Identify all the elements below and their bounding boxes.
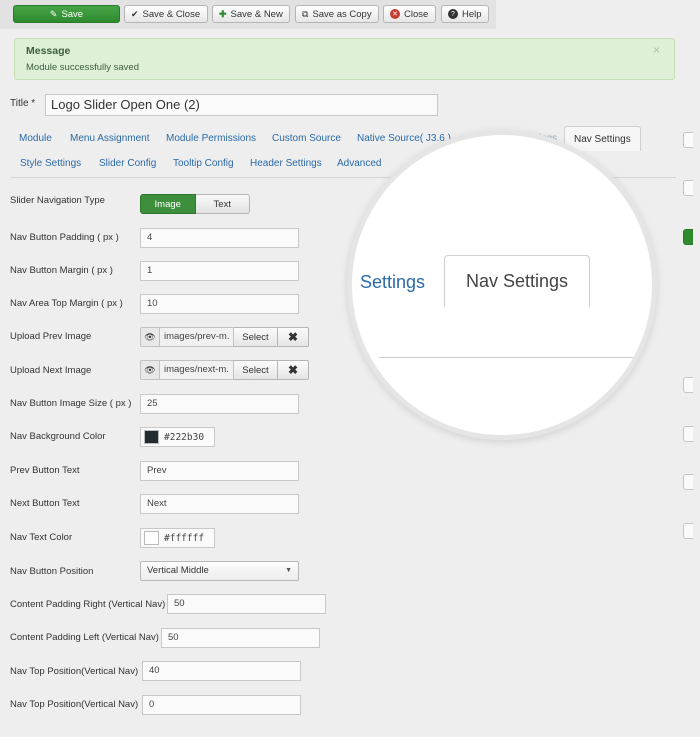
save-close-label: Save & Close: [142, 8, 201, 20]
pad-right-label: Content Padding Right (Vertical Nav): [10, 599, 166, 610]
save-new-button[interactable]: ✚ Save & New: [212, 5, 290, 23]
btn-padding-label: Nav Button Padding ( px ): [10, 232, 119, 243]
upload-next-path[interactable]: images/next-m.: [160, 360, 234, 380]
check-icon: ✔: [131, 8, 139, 19]
right-edge-button[interactable]: [683, 474, 693, 490]
top-pos-1-input[interactable]: 40: [142, 661, 301, 681]
magnified-divider: [379, 357, 639, 358]
plus-icon: ✚: [219, 8, 227, 19]
next-text-input[interactable]: Next: [140, 494, 299, 514]
clear-icon[interactable]: ✖: [278, 327, 309, 347]
clear-icon[interactable]: ✖: [278, 360, 309, 380]
tab-header-settings[interactable]: Header Settings: [250, 158, 322, 169]
pad-right-input[interactable]: 50: [167, 594, 326, 614]
btn-padding-input[interactable]: 4: [140, 228, 299, 248]
btn-position-value: Vertical Middle: [147, 565, 209, 576]
title-input[interactable]: Logo Slider Open One (2): [45, 94, 438, 116]
save-copy-button[interactable]: ⧉ Save as Copy: [295, 5, 379, 23]
btn-position-label: Nav Button Position: [10, 566, 94, 577]
area-top-margin-input[interactable]: 10: [140, 294, 299, 314]
btn-margin-label: Nav Button Margin ( px ): [10, 265, 113, 276]
right-edge-button[interactable]: [683, 180, 693, 196]
prev-text-label: Prev Button Text: [10, 465, 80, 476]
nav-type-label: Slider Navigation Type: [10, 195, 105, 206]
prev-text-input[interactable]: Prev: [140, 461, 299, 481]
tab-advanced[interactable]: Advanced: [337, 158, 381, 169]
pad-left-label: Content Padding Left (Vertical Nav): [10, 632, 159, 643]
tab-module[interactable]: Module: [19, 133, 52, 144]
magnifier-overlay: Settings Nav Settings: [347, 130, 657, 440]
close-icon[interactable]: ×: [653, 43, 660, 57]
upload-prev-label: Upload Prev Image: [10, 331, 92, 342]
nav-type-image-option[interactable]: Image: [140, 194, 196, 214]
tab-custom-source[interactable]: Custom Source: [272, 133, 341, 144]
btn-position-select[interactable]: Vertical Middle ▼: [140, 561, 299, 581]
right-edge-button[interactable]: [683, 132, 693, 148]
right-edge-button[interactable]: [683, 229, 693, 245]
bg-color-picker[interactable]: #222b30: [140, 427, 215, 447]
right-edge-button[interactable]: [683, 377, 693, 393]
bg-color-label: Nav Background Color: [10, 431, 106, 442]
bg-color-swatch: [144, 430, 159, 444]
tab-slider-config[interactable]: Slider Config: [99, 158, 156, 169]
copy-icon: ⧉: [302, 8, 309, 19]
title-label: Title *: [10, 98, 36, 109]
top-pos-2-label: Nav Top Position(Vertical Nav): [10, 699, 139, 710]
save-copy-label: Save as Copy: [312, 8, 372, 20]
upload-next-label: Upload Next Image: [10, 365, 92, 376]
nav-type-toggle: Image Text: [140, 194, 250, 214]
btn-image-size-input[interactable]: 25: [140, 394, 299, 414]
save-close-button[interactable]: ✔ Save & Close: [124, 5, 208, 23]
upload-next-select-button[interactable]: Select: [234, 360, 278, 380]
top-pos-1-label: Nav Top Position(Vertical Nav): [10, 666, 139, 677]
pad-left-input[interactable]: 50: [161, 628, 320, 648]
area-top-margin-label: Nav Area Top Margin ( px ): [10, 298, 123, 309]
save-new-label: Save & New: [230, 8, 283, 20]
tab-native-source[interactable]: Native Source( J3.6 ): [357, 133, 451, 144]
text-color-label: Nav Text Color: [10, 532, 73, 543]
text-color-picker[interactable]: #ffffff: [140, 528, 215, 548]
chevron-down-icon: ▼: [285, 567, 292, 574]
message-title: Message: [26, 45, 71, 57]
upload-prev-field: 👁 images/prev-m. Select ✖: [140, 327, 309, 347]
bg-color-value: #222b30: [164, 431, 205, 443]
next-text-label: Next Button Text: [10, 498, 80, 509]
upload-next-field: 👁 images/next-m. Select ✖: [140, 360, 309, 380]
close-circle-icon: ✕: [390, 9, 400, 19]
edit-icon: ✎: [49, 8, 58, 19]
help-button[interactable]: ? Help: [441, 5, 489, 23]
close-label: Close: [404, 8, 429, 20]
help-icon: ?: [448, 9, 458, 19]
close-button[interactable]: ✕ Close: [383, 5, 436, 23]
right-edge-button[interactable]: [683, 523, 693, 539]
magnified-tab-nav-settings: Nav Settings: [444, 255, 590, 307]
save-button[interactable]: ✎ Save: [13, 5, 120, 23]
toolbar: ✎ Save ✔ Save & Close ✚ Save & New ⧉ Sav…: [0, 0, 496, 29]
help-label: Help: [462, 8, 482, 20]
top-pos-2-input[interactable]: 0: [142, 695, 301, 715]
tab-nav-settings[interactable]: Nav Settings: [564, 126, 641, 151]
btn-margin-input[interactable]: 1: [140, 261, 299, 281]
tab-module-permissions[interactable]: Module Permissions: [166, 133, 256, 144]
upload-prev-path[interactable]: images/prev-m.: [160, 327, 234, 347]
message-text: Module successfully saved: [26, 62, 139, 73]
tab-menu-assignment[interactable]: Menu Assignment: [70, 133, 150, 144]
tab-style-settings[interactable]: Style Settings: [20, 158, 81, 169]
upload-prev-select-button[interactable]: Select: [234, 327, 278, 347]
save-label: Save: [61, 8, 84, 20]
magnified-tab-settings: Settings: [360, 272, 426, 292]
success-message: Message Module successfully saved ×: [14, 38, 675, 80]
btn-image-size-label: Nav Button Image Size ( px ): [10, 398, 132, 409]
right-edge-button[interactable]: [683, 426, 693, 442]
text-color-swatch: [144, 531, 159, 545]
eye-icon[interactable]: 👁: [140, 327, 160, 347]
text-color-value: #ffffff: [164, 532, 205, 544]
eye-icon[interactable]: 👁: [140, 360, 160, 380]
tab-tooltip-config[interactable]: Tooltip Config: [173, 158, 234, 169]
nav-type-text-option[interactable]: Text: [195, 194, 250, 214]
